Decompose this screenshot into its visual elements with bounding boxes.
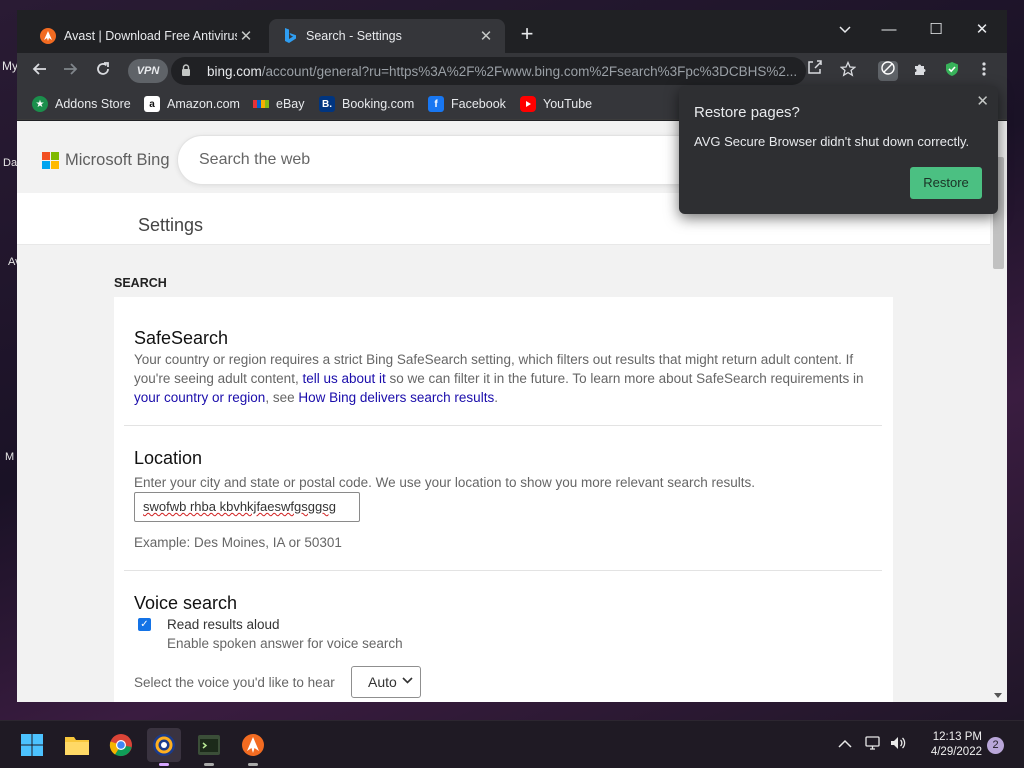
addons-store-icon: ★ [32, 96, 48, 112]
menu-kebab-icon[interactable] [972, 59, 996, 83]
bing-icon [282, 28, 298, 44]
notification-badge[interactable]: 2 [987, 737, 1004, 754]
bookmark-ebay[interactable]: eBay [253, 96, 305, 112]
youtube-icon [520, 96, 536, 112]
tab-title: Avast | Download Free Antivirus & [64, 29, 237, 43]
desktop-icon-label[interactable]: My [2, 59, 18, 73]
maximize-button[interactable]: ☐ [917, 16, 955, 44]
address-bar[interactable]: bing.com/account/general?ru=https%3A%2F%… [171, 57, 806, 85]
network-icon[interactable] [864, 735, 882, 755]
bookmark-addons-store[interactable]: ★ Addons Store [32, 96, 131, 112]
avast-icon [40, 28, 56, 44]
settings-card: SafeSearch Your country or region requir… [114, 297, 893, 702]
tab-avast[interactable]: Avast | Download Free Antivirus & ✕ [27, 19, 265, 53]
location-input-value: swofwb rhba kbvhkjfaeswfgsggsg [143, 499, 336, 514]
voice-select-value: Auto [368, 674, 397, 690]
new-tab-button[interactable]: + [515, 23, 539, 47]
page-title: Settings [138, 215, 204, 235]
read-aloud-checkbox[interactable]: ✓ [138, 618, 151, 631]
tab-bing-settings[interactable]: Search - Settings ✕ [269, 19, 505, 53]
taskbar: 12:13 PM 4/29/2022 2 [0, 720, 1024, 768]
avast-taskbar-icon[interactable] [236, 728, 270, 766]
voice-select[interactable]: Auto [351, 666, 421, 698]
ebay-icon [253, 96, 269, 112]
safesearch-title: SafeSearch [134, 328, 229, 348]
browser-toolbar: VPN bing.com/account/general?ru=https%3A… [17, 53, 1007, 89]
microsoft-logo-icon [42, 152, 59, 169]
chevron-down-icon [402, 675, 413, 687]
country-region-link[interactable]: your country or region [134, 390, 265, 405]
tab-search-chevron-icon[interactable] [826, 16, 864, 44]
location-example: Example: Des Moines, IA or 50301 [134, 535, 342, 550]
start-button[interactable] [15, 728, 49, 762]
terminal-icon[interactable] [192, 728, 226, 766]
vpn-button[interactable]: VPN [128, 59, 168, 83]
volume-icon[interactable] [889, 735, 907, 755]
bookmark-label: Facebook [451, 97, 506, 111]
amazon-icon: a [144, 96, 160, 112]
bing-logo[interactable]: Microsoft Bing [42, 151, 170, 170]
close-window-button[interactable]: ✕ [963, 16, 1001, 44]
voice-search-title: Voice search [134, 593, 238, 613]
tab-strip: Avast | Download Free Antivirus & ✕ Sear… [17, 10, 1007, 53]
desktop-icon-label[interactable]: Da [3, 157, 17, 169]
file-explorer-icon[interactable] [60, 728, 94, 762]
bookmark-amazon[interactable]: a Amazon.com [144, 96, 240, 112]
close-icon[interactable]: ✕ [237, 27, 255, 45]
close-icon[interactable]: ✕ [976, 92, 989, 110]
privacy-extension-icon[interactable] [878, 61, 898, 81]
tell-us-link[interactable]: tell us about it [302, 371, 385, 386]
bookmark-facebook[interactable]: f Facebook [428, 96, 506, 112]
booking-icon: B. [319, 96, 335, 112]
search-placeholder: Search the web [199, 151, 311, 168]
url-text: bing.com/account/general?ru=https%3A%2F%… [207, 64, 797, 79]
avg-browser-taskbar-icon[interactable] [147, 728, 181, 766]
bookmark-label: YouTube [543, 97, 593, 111]
extensions-puzzle-icon[interactable] [910, 61, 930, 81]
reload-button[interactable] [91, 59, 115, 83]
bookmark-label: Addons Store [55, 97, 131, 111]
url-path: /account/general?ru=https%3A%2F%2Fwww.bi… [261, 63, 798, 79]
divider [124, 570, 882, 571]
how-bing-delivers-link[interactable]: How Bing delivers search results [298, 390, 494, 405]
bookmark-label: Amazon.com [167, 97, 240, 111]
scroll-down-arrow-icon[interactable] [994, 693, 1002, 698]
read-aloud-subtext: Enable spoken answer for voice search [167, 636, 403, 651]
show-hidden-icons-chevron-icon[interactable] [838, 735, 852, 752]
bookmark-label: Booking.com [342, 97, 415, 111]
share-icon[interactable] [803, 59, 827, 83]
bookmark-star-icon[interactable] [836, 59, 860, 83]
desktop-icon-label[interactable]: M [5, 451, 14, 463]
forward-button[interactable] [59, 59, 83, 83]
windows-start-icon [21, 734, 43, 756]
close-icon[interactable]: ✕ [477, 27, 495, 45]
location-title: Location [134, 448, 203, 468]
location-input[interactable]: swofwb rhba kbvhkjfaeswfgsggsg [134, 492, 360, 522]
back-button[interactable] [27, 59, 51, 83]
safesearch-description: Your country or region requires a strict… [134, 352, 864, 405]
facebook-icon: f [428, 96, 444, 112]
tab-title: Search - Settings [306, 29, 402, 43]
clock[interactable]: 12:13 PM 4/29/2022 [912, 730, 982, 760]
bookmark-label: eBay [276, 97, 305, 111]
voice-select-label: Select the voice you'd like to hear [134, 675, 335, 690]
chrome-icon[interactable] [104, 728, 138, 762]
lock-icon[interactable] [181, 63, 197, 79]
restore-button[interactable]: Restore [910, 167, 982, 199]
bookmark-booking[interactable]: B. Booking.com [319, 96, 414, 112]
read-aloud-label[interactable]: Read results aloud [167, 615, 280, 634]
clock-time: 12:13 PM [932, 731, 982, 743]
bookmark-youtube[interactable]: YouTube [520, 96, 592, 112]
divider [124, 425, 882, 426]
minimize-button[interactable]: — [870, 16, 908, 44]
restore-popup-title: Restore pages? [694, 104, 800, 121]
clock-date: 4/29/2022 [930, 746, 982, 758]
url-host: bing.com [207, 63, 262, 79]
section-heading: SEARCH [114, 276, 167, 290]
avg-shield-icon[interactable] [942, 61, 962, 81]
bing-logo-text: Microsoft Bing [65, 151, 170, 169]
restore-pages-popup: Restore pages? AVG Secure Browser didn't… [679, 86, 998, 214]
restore-popup-message: AVG Secure Browser didn't shut down corr… [694, 134, 970, 149]
location-description: Enter your city and state or postal code… [134, 475, 756, 490]
